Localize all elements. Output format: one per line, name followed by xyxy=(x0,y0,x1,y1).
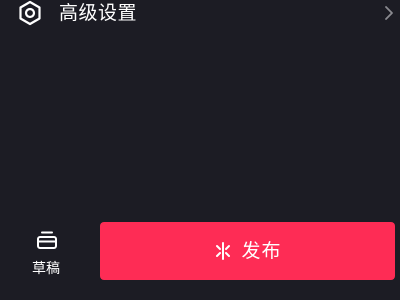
drafts-label: 草稿 xyxy=(32,261,60,277)
advanced-settings-row[interactable]: 高级设置 xyxy=(0,0,400,34)
sparkle-icon xyxy=(213,241,233,261)
publish-button[interactable]: 发布 xyxy=(100,222,395,280)
chevron-right-icon xyxy=(383,4,395,22)
drafts-box-icon xyxy=(36,230,58,250)
publish-label: 发布 xyxy=(241,240,282,262)
drafts-button[interactable]: 草稿 xyxy=(18,222,78,282)
advanced-settings-label: 高级设置 xyxy=(59,2,138,24)
hexagon-settings-icon xyxy=(17,0,43,26)
